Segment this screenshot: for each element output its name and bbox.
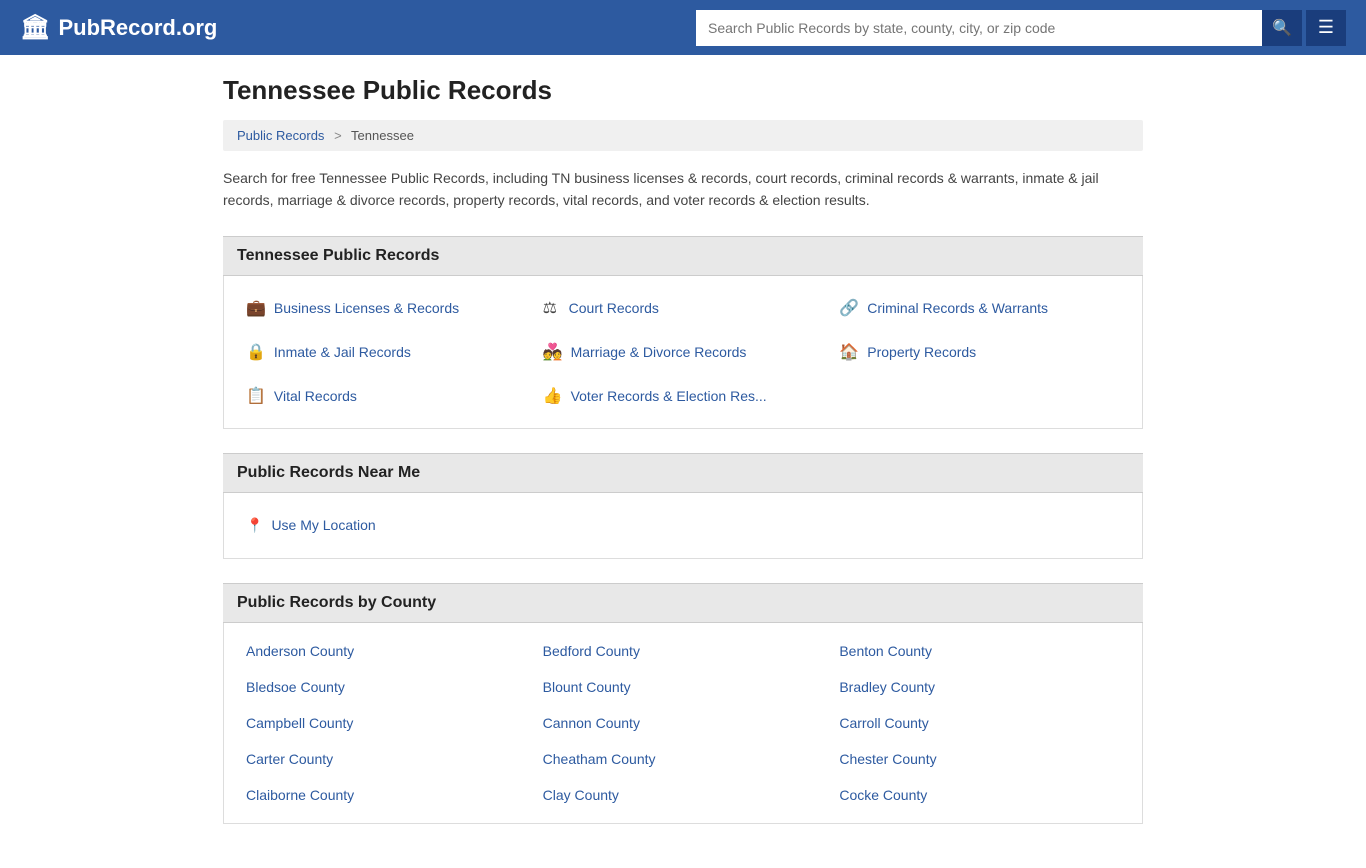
county-item[interactable]: Cocke County xyxy=(831,777,1128,813)
breadcrumb-separator: > xyxy=(334,128,342,143)
counties-section: Public Records by County Anderson County… xyxy=(223,583,1143,824)
record-item[interactable]: 🔒 Inmate & Jail Records xyxy=(238,330,535,374)
record-label: Court Records xyxy=(569,300,659,316)
page-description: Search for free Tennessee Public Records… xyxy=(223,167,1143,212)
record-item[interactable]: 👍 Voter Records & Election Res... xyxy=(535,374,832,418)
use-my-location[interactable]: 📍 Use My Location xyxy=(238,503,1128,548)
county-item[interactable]: Cannon County xyxy=(535,705,832,741)
use-my-location-label: Use My Location xyxy=(271,517,375,533)
county-item[interactable]: Bedford County xyxy=(535,633,832,669)
county-item[interactable]: Claiborne County xyxy=(238,777,535,813)
county-item[interactable]: Blount County xyxy=(535,669,832,705)
record-label: Voter Records & Election Res... xyxy=(571,388,767,404)
breadcrumb-home[interactable]: Public Records xyxy=(237,128,324,143)
search-icon: 🔍 xyxy=(1272,18,1292,38)
record-icon: 📋 xyxy=(246,386,266,406)
search-button[interactable]: 🔍 xyxy=(1262,10,1302,46)
menu-icon: ☰ xyxy=(1318,17,1334,38)
record-item[interactable]: 💼 Business Licenses & Records xyxy=(238,286,535,330)
record-icon: 💑 xyxy=(543,342,563,362)
record-item[interactable]: 📋 Vital Records xyxy=(238,374,535,418)
near-me-section: Public Records Near Me 📍 Use My Location xyxy=(223,453,1143,559)
county-item[interactable]: Benton County xyxy=(831,633,1128,669)
location-icon: 📍 xyxy=(246,517,263,534)
record-item[interactable]: 🏠 Property Records xyxy=(831,330,1128,374)
record-label: Vital Records xyxy=(274,388,357,404)
county-item[interactable]: Bledsoe County xyxy=(238,669,535,705)
county-item[interactable]: Chester County xyxy=(831,741,1128,777)
near-me-heading: Public Records Near Me xyxy=(223,453,1143,493)
county-item[interactable]: Bradley County xyxy=(831,669,1128,705)
records-section: Tennessee Public Records 💼 Business Lice… xyxy=(223,236,1143,429)
record-icon: 👍 xyxy=(543,386,563,406)
search-input[interactable] xyxy=(696,10,1262,46)
record-label: Business Licenses & Records xyxy=(274,300,459,316)
site-logo[interactable]: 🏛 PubRecord.org xyxy=(20,13,217,42)
logo-icon: 🏛 xyxy=(20,13,50,42)
record-icon: 🔗 xyxy=(839,298,859,318)
menu-button[interactable]: ☰ xyxy=(1306,10,1346,46)
county-item[interactable]: Carter County xyxy=(238,741,535,777)
page-title: Tennessee Public Records xyxy=(223,75,1143,106)
record-icon: 🏠 xyxy=(839,342,859,362)
county-item[interactable]: Clay County xyxy=(535,777,832,813)
county-item[interactable]: Campbell County xyxy=(238,705,535,741)
records-section-heading: Tennessee Public Records xyxy=(223,236,1143,276)
record-label: Marriage & Divorce Records xyxy=(571,344,747,360)
record-icon: ⚖ xyxy=(543,298,561,318)
record-item[interactable]: 🔗 Criminal Records & Warrants xyxy=(831,286,1128,330)
record-label: Inmate & Jail Records xyxy=(274,344,411,360)
logo-text: PubRecord.org xyxy=(58,15,217,41)
counties-heading: Public Records by County xyxy=(223,583,1143,623)
county-item[interactable]: Carroll County xyxy=(831,705,1128,741)
record-icon: 🔒 xyxy=(246,342,266,362)
record-icon: 💼 xyxy=(246,298,266,318)
record-item[interactable]: 💑 Marriage & Divorce Records xyxy=(535,330,832,374)
breadcrumb-current: Tennessee xyxy=(351,128,414,143)
county-item[interactable]: Cheatham County xyxy=(535,741,832,777)
record-label: Criminal Records & Warrants xyxy=(867,300,1048,316)
record-item[interactable]: ⚖ Court Records xyxy=(535,286,832,330)
county-item[interactable]: Anderson County xyxy=(238,633,535,669)
breadcrumb: Public Records > Tennessee xyxy=(223,120,1143,151)
record-label: Property Records xyxy=(867,344,976,360)
